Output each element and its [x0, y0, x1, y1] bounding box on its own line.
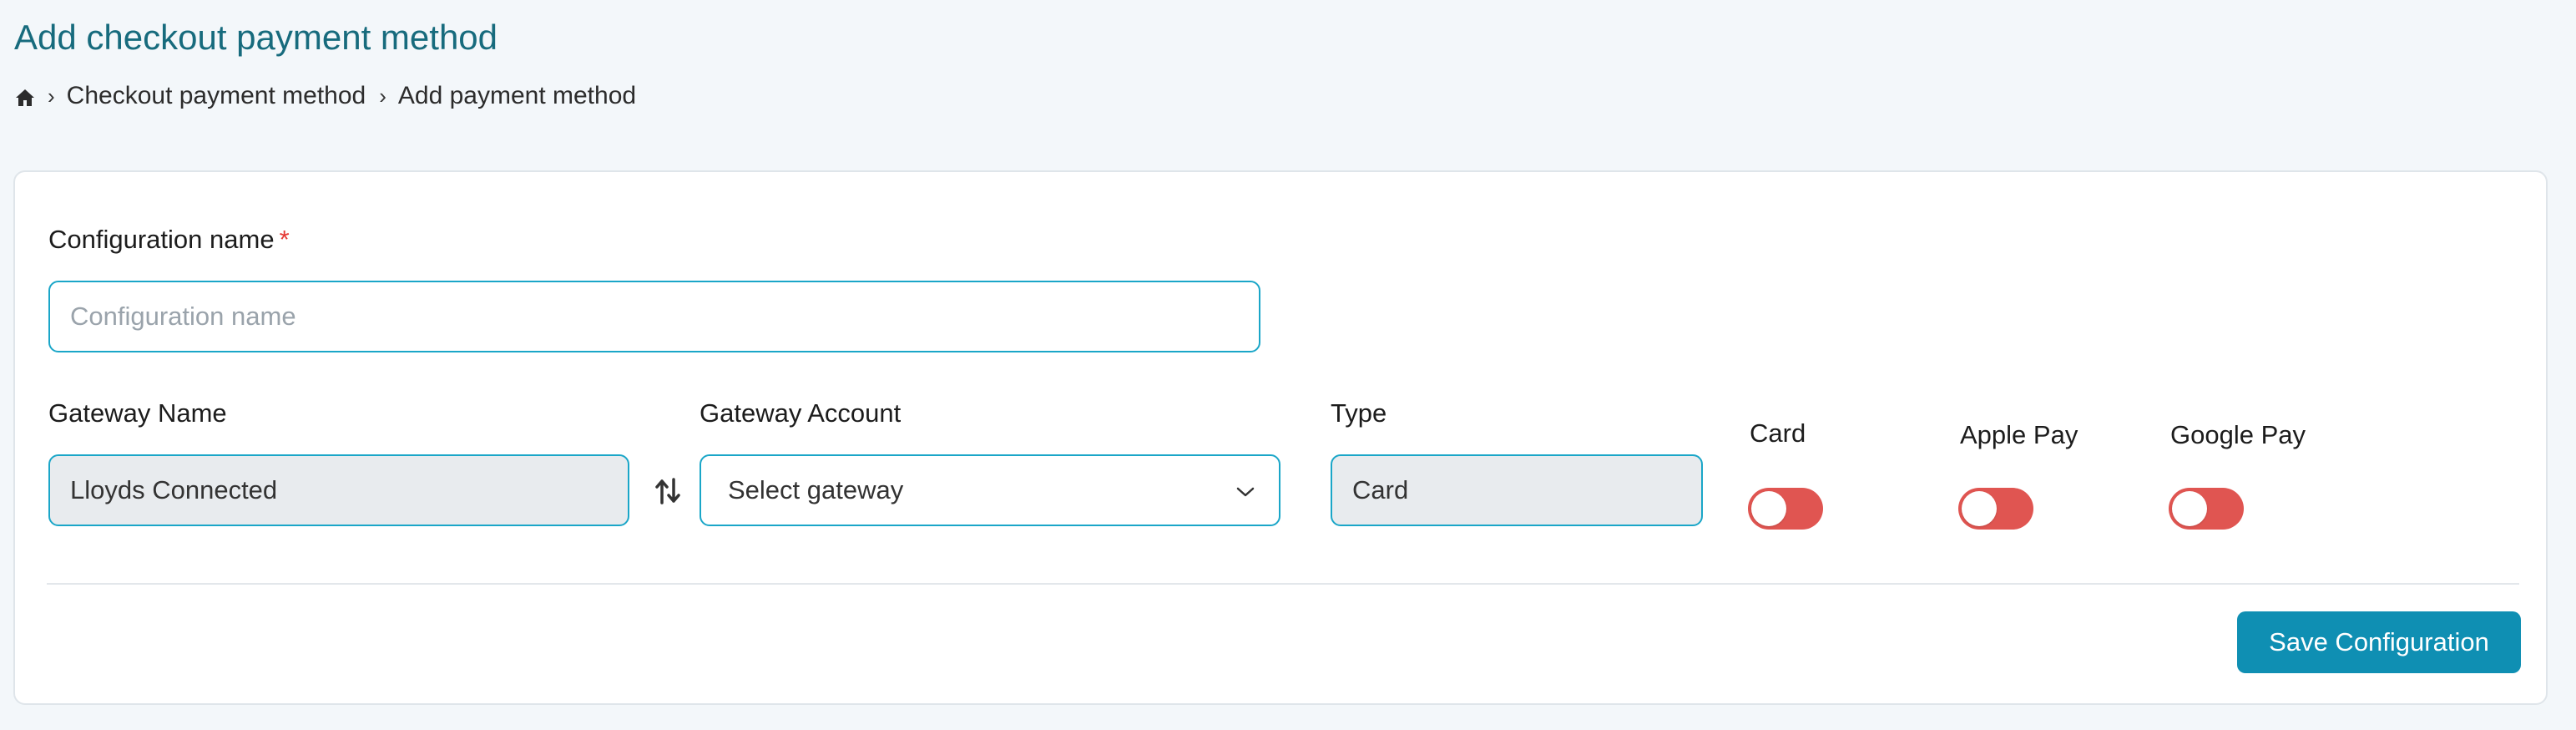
- save-configuration-button[interactable]: Save Configuration: [2237, 611, 2521, 673]
- divider: [47, 583, 2519, 585]
- card-toggle-label: Card: [1750, 418, 1806, 448]
- google-pay-toggle-label: Google Pay: [2170, 420, 2306, 449]
- apple-pay-toggle[interactable]: [1958, 488, 2033, 530]
- breadcrumb: › Checkout payment method › Add payment …: [14, 80, 649, 112]
- chevron-down-icon: [1235, 475, 1255, 505]
- toggle-knob: [2172, 491, 2207, 526]
- card-toggle[interactable]: [1748, 488, 1823, 530]
- gateway-name-label: Gateway Name: [48, 398, 227, 428]
- gateway-account-label: Gateway Account: [700, 398, 902, 428]
- required-marker: *: [279, 225, 290, 254]
- breadcrumb-item-add-payment-method: Add payment method: [397, 82, 637, 109]
- toggle-knob: [1751, 491, 1786, 526]
- gateway-name-field: [48, 454, 629, 526]
- chevron-right-icon: ›: [379, 84, 386, 109]
- payment-method-form-card: Configuration name* Gateway Name Gateway…: [13, 170, 2548, 705]
- apple-pay-toggle-label: Apple Pay: [1960, 420, 2078, 449]
- home-icon[interactable]: [14, 85, 36, 107]
- page-title: Add checkout payment method: [14, 18, 498, 57]
- gateway-account-selected-value: Select gateway: [728, 475, 904, 504]
- config-name-input[interactable]: [48, 281, 1260, 352]
- breadcrumb-item-checkout-payment-method[interactable]: Checkout payment method: [67, 80, 366, 112]
- google-pay-toggle[interactable]: [2169, 488, 2244, 530]
- chevron-right-icon: ›: [48, 84, 55, 109]
- config-name-label-text: Configuration name: [48, 225, 275, 254]
- type-label: Type: [1331, 398, 1387, 428]
- swap-vertical-icon[interactable]: [654, 476, 681, 506]
- toggle-knob: [1962, 491, 1997, 526]
- type-field: [1331, 454, 1703, 526]
- config-name-label: Configuration name *: [48, 224, 290, 256]
- gateway-account-select[interactable]: Select gateway: [700, 454, 1280, 526]
